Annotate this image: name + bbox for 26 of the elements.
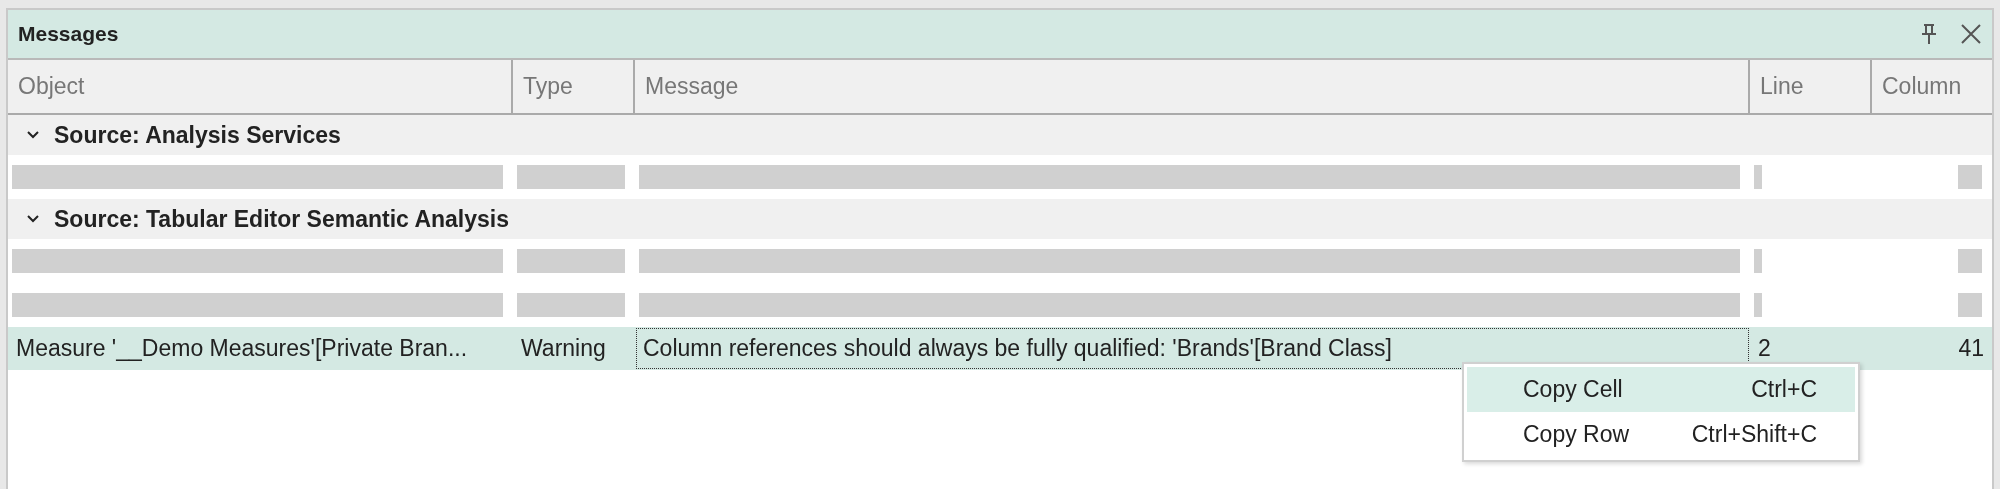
group-label: Source: Tabular Editor Semantic Analysis [54, 204, 509, 234]
group-label: Source: Analysis Services [54, 120, 341, 150]
table-row[interactable]: Measure '__Demo Measures'[Private Bran... Warning Column references should always be fully qualified: 'Brands'[Brand Class] 2 41 [8, 327, 1992, 370]
redacted-bar [1958, 249, 1982, 273]
column-header[interactable]: Type [513, 60, 635, 113]
table-cell-text: Warning [520, 334, 607, 364]
redacted-bar [1754, 293, 1762, 317]
redacted-bar [1958, 165, 1982, 189]
window-title: Messages [18, 21, 120, 48]
column-header[interactable]: Message [635, 60, 1750, 113]
table-cell: Column references should always be fully qualified: 'Brands'[Brand Class] [635, 327, 1750, 370]
pin-icon[interactable] [1920, 22, 1938, 46]
redacted-bar [1958, 293, 1982, 317]
column-header[interactable]: Line [1750, 60, 1872, 113]
group-header[interactable]: Source: Analysis Services [8, 115, 1992, 155]
table-cell-text: 2 [1757, 334, 1772, 363]
column-header[interactable]: Object [8, 60, 513, 113]
menu-item[interactable]: Copy Cell Ctrl+C [1467, 367, 1855, 412]
menu-item[interactable]: Copy Row Ctrl+Shift+C [1467, 412, 1855, 457]
group-header[interactable]: Source: Tabular Editor Semantic Analysis [8, 199, 1992, 239]
table-cell-text: Measure '__Demo Measures'[Private Bran... [15, 334, 469, 364]
table-cell-text: 41 [1957, 334, 1985, 364]
column-header[interactable]: Column [1872, 60, 1992, 113]
redacted-bar [1754, 249, 1762, 273]
redacted-bar [1754, 165, 1762, 189]
close-icon[interactable] [1960, 23, 1982, 45]
